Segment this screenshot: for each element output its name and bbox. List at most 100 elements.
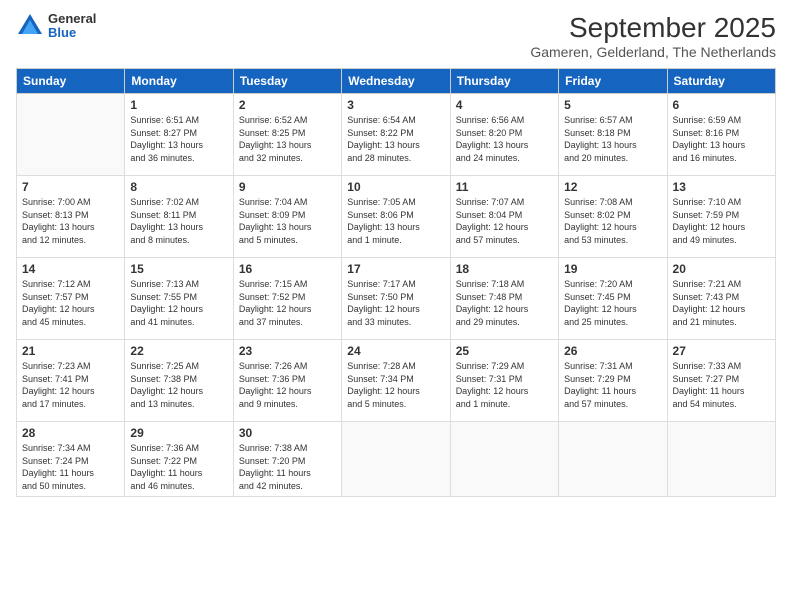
day-number: 22 — [130, 344, 227, 358]
calendar-cell: 28 Sunrise: 7:34 AM Sunset: 7:24 PM Dayli… — [17, 422, 125, 497]
col-header-tuesday: Tuesday — [233, 69, 341, 94]
subtitle: Gameren, Gelderland, The Netherlands — [530, 44, 776, 60]
calendar-cell: 13 Sunrise: 7:10 AM Sunset: 7:59 PM Dayli… — [667, 176, 775, 258]
cell-info: Sunrise: 7:23 AM Sunset: 7:41 PM Dayligh… — [22, 360, 119, 410]
day-number: 28 — [22, 426, 119, 440]
calendar-cell: 7 Sunrise: 7:00 AM Sunset: 8:13 PM Daylig… — [17, 176, 125, 258]
day-number: 10 — [347, 180, 444, 194]
week-row-5: 28 Sunrise: 7:34 AM Sunset: 7:24 PM Dayli… — [17, 422, 776, 497]
cell-info: Sunrise: 7:31 AM Sunset: 7:29 PM Dayligh… — [564, 360, 661, 410]
cell-info: Sunrise: 7:18 AM Sunset: 7:48 PM Dayligh… — [456, 278, 553, 328]
col-header-friday: Friday — [559, 69, 667, 94]
cell-info: Sunrise: 6:57 AM Sunset: 8:18 PM Dayligh… — [564, 114, 661, 164]
day-number: 25 — [456, 344, 553, 358]
calendar-cell: 23 Sunrise: 7:26 AM Sunset: 7:36 PM Dayli… — [233, 340, 341, 422]
calendar-cell: 18 Sunrise: 7:18 AM Sunset: 7:48 PM Dayli… — [450, 258, 558, 340]
cell-info: Sunrise: 6:56 AM Sunset: 8:20 PM Dayligh… — [456, 114, 553, 164]
title-block: September 2025 Gameren, Gelderland, The … — [530, 12, 776, 60]
week-row-4: 21 Sunrise: 7:23 AM Sunset: 7:41 PM Dayli… — [17, 340, 776, 422]
day-number: 3 — [347, 98, 444, 112]
cell-info: Sunrise: 7:10 AM Sunset: 7:59 PM Dayligh… — [673, 196, 770, 246]
cell-info: Sunrise: 7:00 AM Sunset: 8:13 PM Dayligh… — [22, 196, 119, 246]
calendar-cell — [559, 422, 667, 497]
calendar-cell: 6 Sunrise: 6:59 AM Sunset: 8:16 PM Daylig… — [667, 94, 775, 176]
cell-info: Sunrise: 7:12 AM Sunset: 7:57 PM Dayligh… — [22, 278, 119, 328]
day-number: 7 — [22, 180, 119, 194]
logo-icon — [16, 12, 44, 40]
cell-info: Sunrise: 7:13 AM Sunset: 7:55 PM Dayligh… — [130, 278, 227, 328]
header-row: SundayMondayTuesdayWednesdayThursdayFrid… — [17, 69, 776, 94]
calendar-cell: 27Sunrise: 7:33 AM Sunset: 7:27 PM Dayli… — [667, 340, 775, 422]
day-number: 29 — [130, 426, 227, 440]
cell-info: Sunrise: 7:17 AM Sunset: 7:50 PM Dayligh… — [347, 278, 444, 328]
calendar-cell: 10 Sunrise: 7:05 AM Sunset: 8:06 PM Dayli… — [342, 176, 450, 258]
calendar-cell: 29 Sunrise: 7:36 AM Sunset: 7:22 PM Dayli… — [125, 422, 233, 497]
cell-info: Sunrise: 7:33 AM Sunset: 7:27 PM Dayligh… — [673, 360, 770, 410]
calendar-cell: 24 Sunrise: 7:28 AM Sunset: 7:34 PM Dayli… — [342, 340, 450, 422]
logo-general: General — [48, 12, 96, 26]
day-number: 8 — [130, 180, 227, 194]
cell-info: Sunrise: 7:02 AM Sunset: 8:11 PM Dayligh… — [130, 196, 227, 246]
col-header-saturday: Saturday — [667, 69, 775, 94]
day-number: 11 — [456, 180, 553, 194]
cell-info: Sunrise: 6:54 AM Sunset: 8:22 PM Dayligh… — [347, 114, 444, 164]
page: General Blue September 2025 Gameren, Gel… — [0, 0, 792, 612]
cell-info: Sunrise: 7:38 AM Sunset: 7:20 PM Dayligh… — [239, 442, 336, 492]
calendar-cell: 14Sunrise: 7:12 AM Sunset: 7:57 PM Dayli… — [17, 258, 125, 340]
cell-info: Sunrise: 7:36 AM Sunset: 7:22 PM Dayligh… — [130, 442, 227, 492]
calendar-cell — [667, 422, 775, 497]
logo-text: General Blue — [48, 12, 96, 41]
cell-info: Sunrise: 7:29 AM Sunset: 7:31 PM Dayligh… — [456, 360, 553, 410]
col-header-thursday: Thursday — [450, 69, 558, 94]
calendar-cell: 11 Sunrise: 7:07 AM Sunset: 8:04 PM Dayli… — [450, 176, 558, 258]
month-title: September 2025 — [530, 12, 776, 44]
cell-info: Sunrise: 6:59 AM Sunset: 8:16 PM Dayligh… — [673, 114, 770, 164]
calendar-cell: 30 Sunrise: 7:38 AM Sunset: 7:20 PM Dayli… — [233, 422, 341, 497]
day-number: 21 — [22, 344, 119, 358]
cell-info: Sunrise: 6:52 AM Sunset: 8:25 PM Dayligh… — [239, 114, 336, 164]
day-number: 5 — [564, 98, 661, 112]
day-number: 13 — [673, 180, 770, 194]
calendar-cell: 9Sunrise: 7:04 AM Sunset: 8:09 PM Daylig… — [233, 176, 341, 258]
cell-info: Sunrise: 7:21 AM Sunset: 7:43 PM Dayligh… — [673, 278, 770, 328]
day-number: 20 — [673, 262, 770, 276]
col-header-wednesday: Wednesday — [342, 69, 450, 94]
calendar-cell — [342, 422, 450, 497]
cell-info: Sunrise: 6:51 AM Sunset: 8:27 PM Dayligh… — [130, 114, 227, 164]
cell-info: Sunrise: 7:05 AM Sunset: 8:06 PM Dayligh… — [347, 196, 444, 246]
day-number: 24 — [347, 344, 444, 358]
week-row-1: 1Sunrise: 6:51 AM Sunset: 8:27 PM Daylig… — [17, 94, 776, 176]
calendar-cell: 4 Sunrise: 6:56 AM Sunset: 8:20 PM Daylig… — [450, 94, 558, 176]
cell-info: Sunrise: 7:15 AM Sunset: 7:52 PM Dayligh… — [239, 278, 336, 328]
calendar-cell: 17Sunrise: 7:17 AM Sunset: 7:50 PM Dayli… — [342, 258, 450, 340]
header: General Blue September 2025 Gameren, Gel… — [16, 12, 776, 60]
day-number: 23 — [239, 344, 336, 358]
calendar: SundayMondayTuesdayWednesdayThursdayFrid… — [16, 68, 776, 497]
day-number: 6 — [673, 98, 770, 112]
logo-blue: Blue — [48, 26, 96, 40]
calendar-cell — [450, 422, 558, 497]
calendar-cell: 3 Sunrise: 6:54 AM Sunset: 8:22 PM Daylig… — [342, 94, 450, 176]
day-number: 4 — [456, 98, 553, 112]
week-row-3: 14Sunrise: 7:12 AM Sunset: 7:57 PM Dayli… — [17, 258, 776, 340]
day-number: 19 — [564, 262, 661, 276]
calendar-cell — [17, 94, 125, 176]
day-number: 15 — [130, 262, 227, 276]
week-row-2: 7 Sunrise: 7:00 AM Sunset: 8:13 PM Daylig… — [17, 176, 776, 258]
day-number: 30 — [239, 426, 336, 440]
day-number: 2 — [239, 98, 336, 112]
calendar-cell: 21 Sunrise: 7:23 AM Sunset: 7:41 PM Dayli… — [17, 340, 125, 422]
calendar-cell: 26Sunrise: 7:31 AM Sunset: 7:29 PM Dayli… — [559, 340, 667, 422]
cell-info: Sunrise: 7:08 AM Sunset: 8:02 PM Dayligh… — [564, 196, 661, 246]
calendar-cell: 25 Sunrise: 7:29 AM Sunset: 7:31 PM Dayli… — [450, 340, 558, 422]
day-number: 18 — [456, 262, 553, 276]
calendar-cell: 20 Sunrise: 7:21 AM Sunset: 7:43 PM Dayli… — [667, 258, 775, 340]
cell-info: Sunrise: 7:26 AM Sunset: 7:36 PM Dayligh… — [239, 360, 336, 410]
calendar-cell: 22Sunrise: 7:25 AM Sunset: 7:38 PM Dayli… — [125, 340, 233, 422]
cell-info: Sunrise: 7:07 AM Sunset: 8:04 PM Dayligh… — [456, 196, 553, 246]
cell-info: Sunrise: 7:28 AM Sunset: 7:34 PM Dayligh… — [347, 360, 444, 410]
cell-info: Sunrise: 7:34 AM Sunset: 7:24 PM Dayligh… — [22, 442, 119, 492]
calendar-cell: 8 Sunrise: 7:02 AM Sunset: 8:11 PM Daylig… — [125, 176, 233, 258]
col-header-monday: Monday — [125, 69, 233, 94]
calendar-cell: 5 Sunrise: 6:57 AM Sunset: 8:18 PM Daylig… — [559, 94, 667, 176]
